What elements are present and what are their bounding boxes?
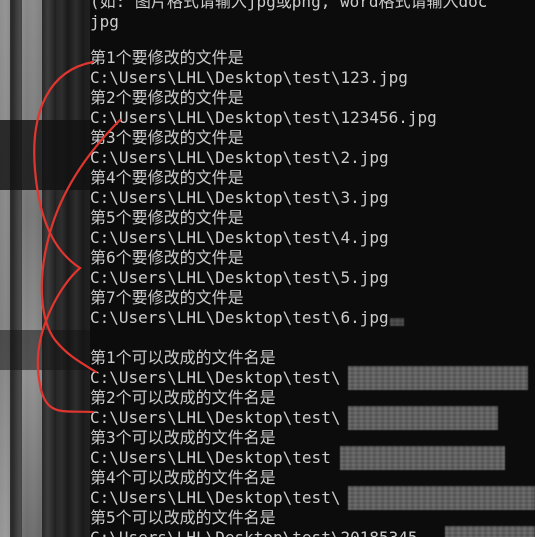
modify-path: C:\Users\LHL\Desktop\test\5.jpg [90, 268, 389, 287]
photo-shadow [0, 330, 90, 370]
modify-label: 第5个要修改的文件是 [90, 208, 244, 227]
photo-column [22, 0, 42, 537]
modify-label: 第6个要修改的文件是 [90, 248, 244, 267]
rename-label: 第3个可以改成的文件名是 [90, 428, 276, 447]
rename-label: 第1个可以改成的文件名是 [90, 348, 276, 367]
rename-path: C:\Users\LHL\Desktop\test\ [90, 368, 341, 387]
modify-path: C:\Users\LHL\Desktop\test\3.jpg [90, 188, 389, 207]
rename-path: C:\Users\LHL\Desktop\test\20185345 [90, 528, 418, 537]
photo-shadow [0, 120, 90, 190]
modify-label: 第1个要修改的文件是 [90, 48, 244, 67]
rename-label: 第4个可以改成的文件名是 [90, 468, 276, 487]
modify-path: C:\Users\LHL\Desktop\test\123456.jpg [90, 108, 437, 127]
modify-label: 第2个要修改的文件是 [90, 88, 244, 107]
redaction-mask [445, 526, 535, 537]
redaction-mask [348, 366, 528, 390]
console-header-cont: jpg [90, 12, 119, 31]
redaction-mask [348, 486, 535, 510]
rename-path: C:\Users\LHL\Desktop\test\ [90, 408, 341, 427]
modify-path: C:\Users\LHL\Desktop\test\4.jpg [90, 228, 389, 247]
modify-label: 第3个要修改的文件是 [90, 128, 244, 147]
rename-label: 第2个可以改成的文件名是 [90, 388, 276, 407]
rename-label: 第5个可以改成的文件名是 [90, 508, 276, 527]
redaction-mask [340, 446, 505, 470]
modify-label: 第7个要修改的文件是 [90, 288, 244, 307]
modify-path: C:\Users\LHL\Desktop\test\6.jpg [90, 308, 389, 327]
photo-highlight [0, 0, 10, 537]
modify-label: 第4个要修改的文件是 [90, 168, 244, 187]
console-window[interactable]: (如: 图片格式请输入jpg或png, word格式请输入doc jpg 第1个… [90, 0, 535, 537]
redaction-mask [348, 406, 498, 430]
redaction-mask [390, 318, 404, 326]
background-photo [0, 0, 90, 537]
console-header-line: (如: 图片格式请输入jpg或png, word格式请输入doc [90, 0, 488, 11]
modify-path: C:\Users\LHL\Desktop\test\123.jpg [90, 68, 408, 87]
modify-path: C:\Users\LHL\Desktop\test\2.jpg [90, 148, 389, 167]
rename-path: C:\Users\LHL\Desktop\test\ [90, 488, 341, 507]
rename-path: C:\Users\LHL\Desktop\test [90, 448, 331, 467]
